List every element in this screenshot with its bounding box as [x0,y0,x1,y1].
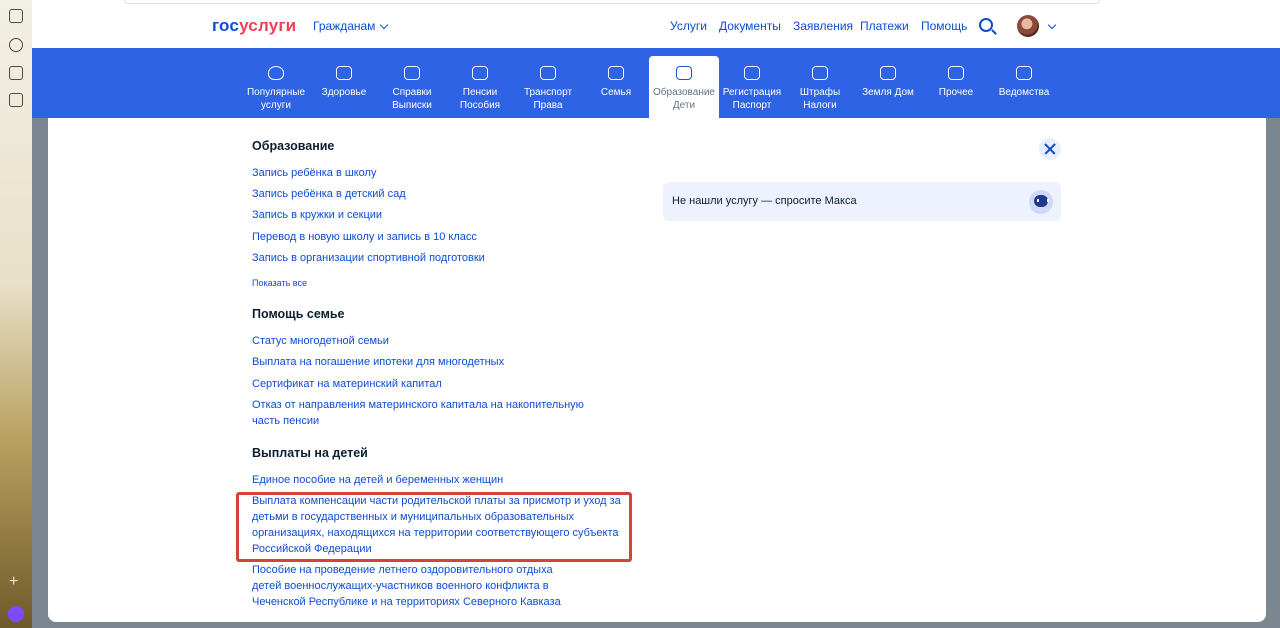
category-education[interactable]: Образование Дети [649,56,719,118]
category-transport[interactable]: Транспорт Права [513,48,583,118]
link-clubs-enrollment[interactable]: Запись в кружки и секции [252,207,642,223]
category-label: Налоги [803,100,837,111]
link-kindergarten-enrollment[interactable]: Запись ребёнка в детский сад [252,186,642,202]
category-label: Земля Дом [862,87,914,98]
category-family[interactable]: Семья [581,48,651,118]
category-panel [48,118,1266,622]
category-pensions[interactable]: Пенсии Пособия [445,48,515,118]
passport-icon [744,66,760,80]
close-icon[interactable] [1039,138,1061,160]
highlight-box [236,492,632,562]
avatar[interactable] [1017,15,1039,37]
add-icon[interactable]: + [9,574,18,590]
medical-cross-icon [336,66,352,80]
show-all-link[interactable]: Показать все [252,278,307,288]
screenshot-icon[interactable] [9,93,23,107]
category-label: Пособия [459,100,501,111]
category-label: Прочее [938,87,974,98]
nav-payments[interactable]: Платежи [860,19,909,33]
category-label: Ведомства [998,87,1050,98]
heart-icon [268,66,284,80]
link-mortgage-payment[interactable]: Выплата на погашение ипотеки для многоде… [252,354,642,370]
book-icon [676,66,692,80]
audience-label: Гражданам [313,19,376,33]
category-label: Справки [392,87,432,98]
link-large-family-status[interactable]: Статус многодетной семьи [252,333,642,349]
category-label: Дети [672,100,696,111]
assistant-icon[interactable] [8,606,24,622]
wallet-icon [472,66,488,80]
category-popular[interactable]: Популярные услуги [241,48,311,118]
ask-assistant-box[interactable]: Не нашли услугу — спросите Макса [663,182,1061,221]
nav-documents[interactable]: Документы [719,19,781,33]
category-label: Образование [653,87,715,98]
browser-tab-strip [124,0,1100,4]
category-label: Транспорт [523,87,573,98]
category-label: Права [533,100,563,111]
category-label: Паспорт [732,100,772,111]
link-summer-recreation-allowance[interactable]: Пособие на проведение летнего оздоровите… [252,562,582,610]
category-other[interactable]: Прочее [921,48,991,118]
collections-icon[interactable] [9,9,23,23]
link-sports-training[interactable]: Запись в организации спортивной подготов… [252,250,642,266]
category-band: Популярные услуги Здоровье Справки Выписки… [32,48,1280,118]
house-icon [880,66,896,80]
category-label: Семья [600,87,632,98]
category-label: Здоровье [321,87,367,98]
logo-gos: гос [212,16,240,35]
logo-uslugi: услуги [239,16,297,35]
audience-selector[interactable]: Гражданам [313,19,389,33]
gosuslugi-logo[interactable]: госуслуги [212,16,296,36]
stroller-icon [608,66,624,80]
chevron-down-icon [380,20,389,30]
link-school-transfer[interactable]: Перевод в новую школу и запись в 10 клас… [252,229,642,245]
search-icon[interactable] [979,18,993,32]
grid-icon [948,66,964,80]
ask-assistant-text: Не нашли услугу — спросите Макса [672,195,857,207]
car-icon [540,66,556,80]
category-agencies[interactable]: Ведомства [989,48,1059,118]
category-fines[interactable]: Штрафы Налоги [785,48,855,118]
category-label: Популярные [246,87,306,98]
robot-assistant-icon [1029,190,1053,214]
link-maternity-capital[interactable]: Сертификат на материнский капитал [252,376,642,392]
link-unified-allowance[interactable]: Единое пособие на детей и беременных жен… [252,472,642,488]
category-health[interactable]: Здоровье [309,48,379,118]
category-label: Регистрация [722,87,782,98]
folder-icon [404,66,420,80]
browser-sidebar: + [0,0,32,628]
section-title-education: Образование [252,139,335,153]
category-land[interactable]: Земля Дом [853,48,923,118]
nav-services[interactable]: Услуги [670,19,707,33]
link-school-enrollment[interactable]: Запись ребёнка в школу [252,165,642,181]
category-registration[interactable]: Регистрация Паспорт [717,48,787,118]
gavel-icon [812,66,828,80]
emblem-icon [1016,66,1032,80]
section-title-child-payments: Выплаты на детей [252,446,368,460]
nav-applications[interactable]: Заявления [793,19,853,33]
number-badge-icon[interactable] [9,66,23,80]
category-label: Штрафы [799,87,841,98]
category-label: Пенсии [462,87,498,98]
play-icon[interactable] [9,38,23,52]
category-certificates[interactable]: Справки Выписки [377,48,447,118]
section-title-family: Помощь семье [252,307,345,321]
nav-help[interactable]: Помощь [921,19,967,33]
category-label: Выписки [392,100,432,111]
category-label: услуги [261,100,291,111]
link-maternity-capital-refusal[interactable]: Отказ от направления материнского капита… [252,397,612,429]
